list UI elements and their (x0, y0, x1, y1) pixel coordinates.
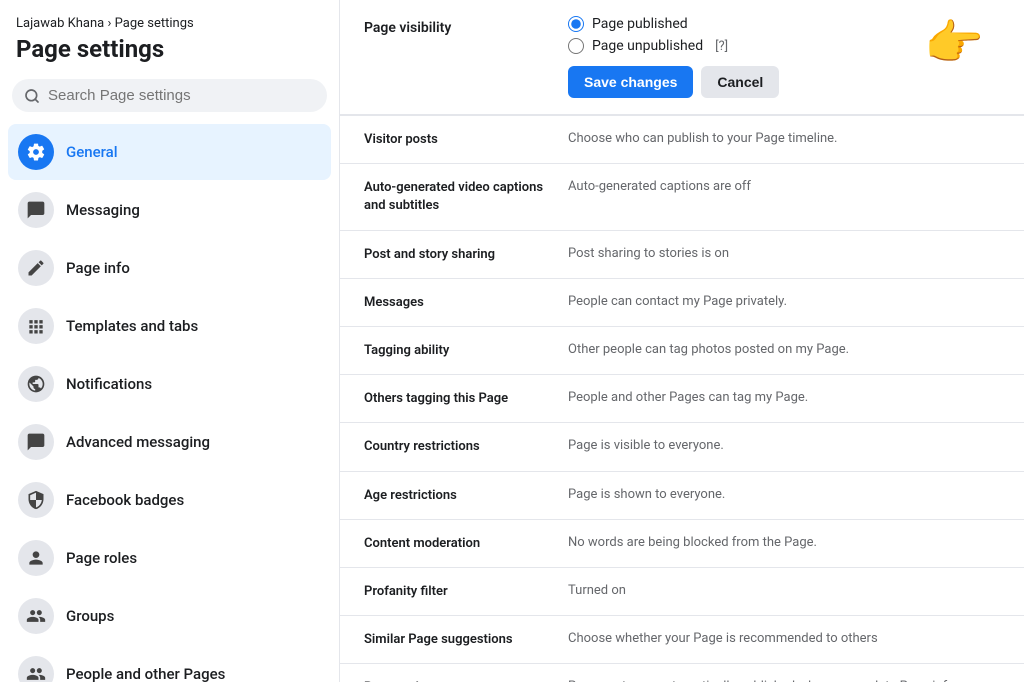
settings-row-label: Others tagging this Page (364, 389, 544, 408)
breadcrumb-current: Page settings (115, 16, 194, 31)
settings-row-label: Auto-generated video captions and subtit… (364, 178, 544, 215)
sidebar-item-advanced-messaging[interactable]: Advanced messaging (8, 414, 331, 470)
facebook-badges-icon (18, 482, 54, 518)
sidebar-item-facebook-badges[interactable]: Facebook badges (8, 472, 331, 528)
breadcrumb-parent[interactable]: Lajawab Khana (16, 16, 104, 31)
settings-row[interactable]: Age restrictions Page is shown to everyon… (340, 472, 1024, 520)
page-roles-icon (18, 540, 54, 576)
sidebar-item-label-people-pages: People and other Pages (66, 665, 225, 682)
sidebar-item-label-page-info: Page info (66, 259, 130, 277)
sidebar-item-label-general: General (66, 143, 118, 161)
settings-row-value: Choose who can publish to your Page time… (568, 130, 1000, 148)
page-title: Page settings (8, 35, 331, 79)
settings-row-label: Content moderation (364, 534, 544, 553)
settings-row-value: Page is shown to everyone. (568, 486, 1000, 504)
settings-row-label: Age restrictions (364, 486, 544, 505)
settings-row[interactable]: Messages People can contact my Page priva… (340, 279, 1024, 327)
main-content: Page visibility Page published Page unpu… (340, 0, 1024, 682)
settings-row-value: Choose whether your Page is recommended … (568, 630, 1000, 648)
sidebar-item-page-roles[interactable]: Page roles (8, 530, 331, 586)
settings-row[interactable]: Country restrictions Page is visible to e… (340, 423, 1024, 471)
sidebar-item-label-templates: Templates and tabs (66, 317, 198, 335)
messaging-icon (18, 192, 54, 228)
visibility-label: Page visibility (364, 16, 544, 98)
settings-row-label: Tagging ability (364, 341, 544, 360)
sidebar: Lajawab Khana › Page settings Page setti… (0, 0, 340, 682)
settings-row-value: People can contact my Page privately. (568, 293, 1000, 311)
sidebar-item-messaging[interactable]: Messaging (8, 182, 331, 238)
settings-row[interactable]: Profanity filter Turned on (340, 568, 1024, 616)
search-input[interactable] (48, 87, 315, 104)
settings-rows-container: Visitor posts Choose who can publish to y… (340, 116, 1024, 682)
page-info-icon (18, 250, 54, 286)
general-icon (18, 134, 54, 170)
settings-row[interactable]: Page updates Page posts are automatically… (340, 664, 1024, 682)
save-button[interactable]: Save changes (568, 66, 693, 98)
settings-row-value: No words are being blocked from the Page… (568, 534, 1000, 552)
settings-row[interactable]: Visitor posts Choose who can publish to y… (340, 116, 1024, 164)
settings-row-label: Country restrictions (364, 437, 544, 456)
sidebar-item-page-info[interactable]: Page info (8, 240, 331, 296)
settings-row-label: Similar Page suggestions (364, 630, 544, 649)
settings-row[interactable]: Similar Page suggestions Choose whether y… (340, 616, 1024, 664)
settings-row[interactable]: Post and story sharing Post sharing to st… (340, 231, 1024, 279)
visibility-section: Page visibility Page published Page unpu… (340, 0, 1024, 116)
people-pages-icon (18, 656, 54, 682)
nav-list: General Messaging Page info Templates and t… (8, 124, 331, 682)
sidebar-item-label-advanced-messaging: Advanced messaging (66, 433, 210, 451)
settings-row-value: People and other Pages can tag my Page. (568, 389, 1000, 407)
settings-row-label: Profanity filter (364, 582, 544, 601)
notifications-icon (18, 366, 54, 402)
settings-row-value: Post sharing to stories is on (568, 245, 1000, 263)
settings-row-value: Turned on (568, 582, 1000, 600)
templates-icon (18, 308, 54, 344)
sidebar-item-label-notifications: Notifications (66, 375, 152, 393)
breadcrumb-separator: › (108, 16, 112, 31)
pointing-hand-emoji: 👉 (924, 14, 984, 71)
breadcrumb: Lajawab Khana › Page settings (8, 16, 331, 35)
cancel-button[interactable]: Cancel (701, 66, 779, 98)
search-box (12, 79, 327, 112)
sidebar-item-people-pages[interactable]: People and other Pages (8, 646, 331, 682)
sidebar-item-notifications[interactable]: Notifications (8, 356, 331, 412)
settings-row[interactable]: Tagging ability Other people can tag phot… (340, 327, 1024, 375)
settings-row-label: Messages (364, 293, 544, 312)
sidebar-item-groups[interactable]: Groups (8, 588, 331, 644)
settings-row[interactable]: Auto-generated video captions and subtit… (340, 164, 1024, 230)
sidebar-item-label-messaging: Messaging (66, 201, 140, 219)
groups-icon (18, 598, 54, 634)
radio-unpublished-input[interactable] (568, 38, 584, 54)
settings-row[interactable]: Others tagging this Page People and other… (340, 375, 1024, 423)
search-icon (24, 88, 40, 104)
settings-row-value: Page is visible to everyone. (568, 437, 1000, 455)
radio-unpublished-label: Page unpublished (592, 38, 703, 54)
settings-row-label: Visitor posts (364, 130, 544, 149)
settings-row-value: Page posts are automatically published w… (568, 678, 1000, 682)
advanced-messaging-icon (18, 424, 54, 460)
settings-row-value: Auto-generated captions are off (568, 178, 1000, 196)
settings-row[interactable]: Content moderation No words are being blo… (340, 520, 1024, 568)
settings-row-label: Page updates (364, 678, 544, 682)
radio-published-input[interactable] (568, 16, 584, 32)
sidebar-item-label-facebook-badges: Facebook badges (66, 491, 184, 509)
help-link[interactable]: [?] (715, 39, 728, 54)
sidebar-item-label-page-roles: Page roles (66, 549, 137, 567)
settings-row-label: Post and story sharing (364, 245, 544, 264)
sidebar-item-general[interactable]: General (8, 124, 331, 180)
sidebar-item-templates[interactable]: Templates and tabs (8, 298, 331, 354)
settings-row-value: Other people can tag photos posted on my… (568, 341, 1000, 359)
radio-published-label: Page published (592, 16, 688, 32)
sidebar-item-label-groups: Groups (66, 607, 114, 625)
